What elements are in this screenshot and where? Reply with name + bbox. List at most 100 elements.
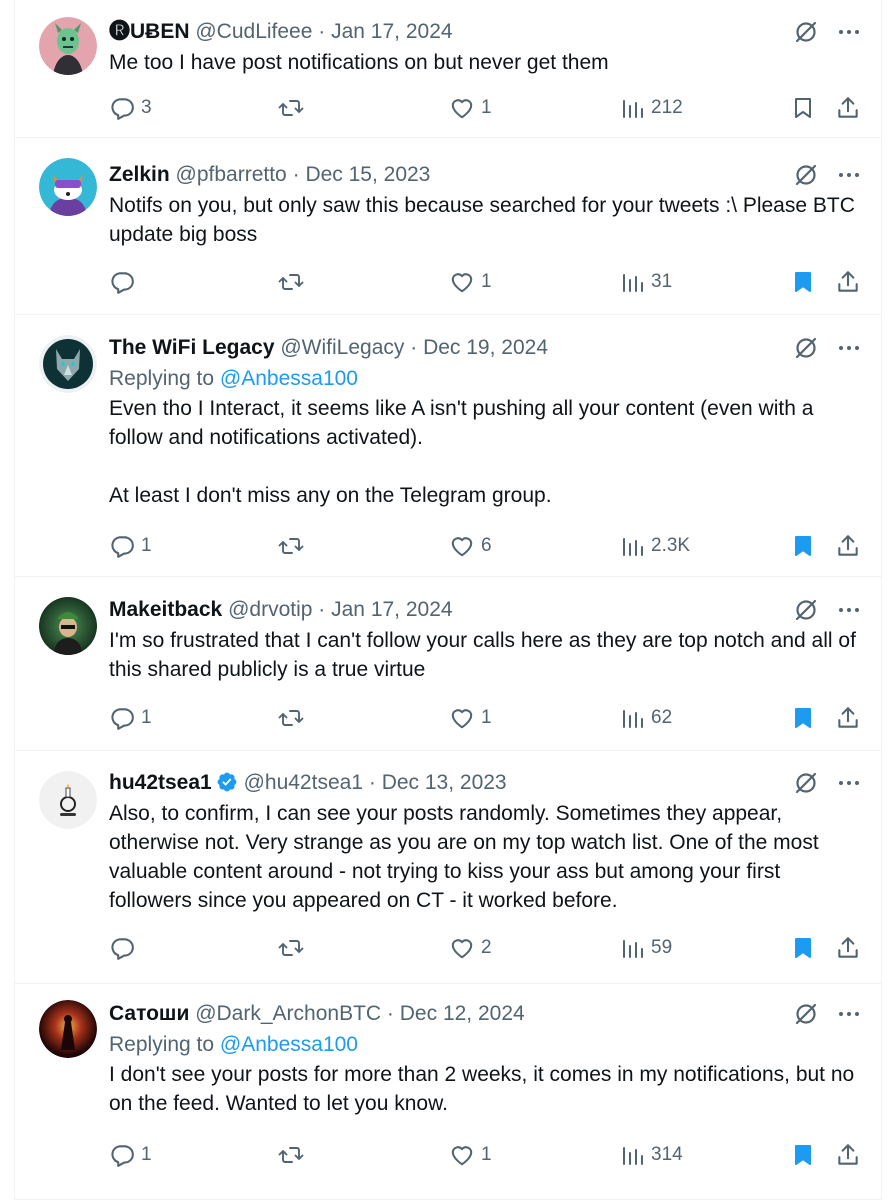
grok-icon[interactable]	[793, 770, 819, 796]
reply-tweet[interactable]: Zelkin @pfbarretto · Dec 15, 2023 Notifs…	[15, 138, 881, 315]
bookmark-icon	[791, 705, 815, 731]
display-name[interactable]: Сатоши	[109, 1002, 189, 1025]
views-button[interactable]: 314	[621, 1139, 683, 1171]
reply-button[interactable]	[109, 932, 141, 964]
share-icon	[835, 533, 861, 559]
tweet-date[interactable]: Jan 17, 2024	[331, 598, 452, 621]
user-handle[interactable]: @Dark_ArchonBTC	[195, 1002, 381, 1025]
reply-button[interactable]: 3	[109, 92, 152, 124]
repost-button[interactable]	[277, 702, 311, 734]
more-dots-icon[interactable]	[837, 598, 861, 622]
tweet-date[interactable]: Dec 13, 2023	[382, 771, 507, 794]
repost-button[interactable]	[277, 932, 311, 964]
reply-tweet[interactable]: Сатоши @Dark_ArchonBTC · Dec 12, 2024 Re…	[15, 984, 881, 1200]
share-button[interactable]	[835, 702, 861, 734]
reply-count: 3	[141, 97, 152, 118]
repost-icon	[277, 705, 305, 731]
grok-icon[interactable]	[793, 1001, 819, 1027]
reply-tweet[interactable]: The WiFi Legacy @WifiLegacy · Dec 19, 20…	[15, 315, 881, 577]
tweet-date[interactable]: Dec 12, 2024	[400, 1002, 525, 1025]
replying-to-line: Replying to @Anbessa100	[109, 364, 861, 394]
tweet-content: 🅡UɃEN @CudLifeee · Jan 17, 2024 Me too I…	[109, 16, 861, 77]
share-button[interactable]	[835, 932, 861, 964]
bookmark-button[interactable]	[791, 1139, 815, 1171]
avatar[interactable]	[39, 771, 97, 829]
reply-tweet[interactable]: hu42tsea1 @hu42tsea1 · Dec 13, 2023 Also…	[15, 751, 881, 984]
avatar[interactable]	[39, 1000, 97, 1058]
more-dots-icon[interactable]	[837, 20, 861, 44]
mention-link[interactable]: @Anbessa100	[220, 367, 358, 390]
tweet-text: Also, to confirm, I can see your posts r…	[109, 802, 825, 912]
like-button[interactable]: 1	[449, 1139, 492, 1171]
like-button[interactable]: 1	[449, 702, 492, 734]
user-handle[interactable]: @pfbarretto	[176, 163, 287, 186]
tweet-date[interactable]: Dec 15, 2023	[305, 163, 430, 186]
views-button[interactable]: 31	[621, 266, 672, 298]
grok-icon[interactable]	[793, 162, 819, 188]
user-handle[interactable]: @WifiLegacy	[280, 336, 404, 359]
like-button[interactable]: 1	[449, 266, 492, 298]
views-button[interactable]: 62	[621, 702, 672, 734]
views-button[interactable]: 2.3K	[621, 530, 690, 562]
tweet-content: hu42tsea1 @hu42tsea1 · Dec 13, 2023 Also…	[109, 767, 861, 915]
views-button[interactable]: 212	[621, 92, 683, 124]
like-button[interactable]: 1	[449, 92, 492, 124]
tweet-content: Сатоши @Dark_ArchonBTC · Dec 12, 2024 Re…	[109, 998, 861, 1118]
reply-feed: 🅡UɃEN @CudLifeee · Jan 17, 2024 Me too I…	[14, 0, 882, 1200]
tweet-text: I don't see your posts for more than 2 w…	[109, 1063, 861, 1115]
like-count: 6	[481, 535, 492, 556]
grok-icon[interactable]	[793, 19, 819, 45]
user-handle[interactable]: @CudLifeee	[195, 20, 312, 43]
repost-button[interactable]	[277, 1139, 311, 1171]
repost-button[interactable]	[277, 266, 311, 298]
share-button[interactable]	[835, 92, 861, 124]
avatar[interactable]	[39, 17, 97, 75]
reply-button[interactable]	[109, 266, 141, 298]
reply-tweet[interactable]: 🅡UɃEN @CudLifeee · Jan 17, 2024 Me too I…	[15, 0, 881, 138]
share-icon	[835, 705, 861, 731]
more-dots-icon[interactable]	[837, 336, 861, 360]
more-dots-icon[interactable]	[837, 163, 861, 187]
share-button[interactable]	[835, 530, 861, 562]
bookmark-button[interactable]	[791, 932, 815, 964]
display-name[interactable]: The WiFi Legacy	[109, 336, 275, 359]
user-handle[interactable]: @hu42tsea1	[244, 771, 363, 794]
reply-button[interactable]: 1	[109, 1139, 152, 1171]
more-dots-icon[interactable]	[837, 771, 861, 795]
display-name[interactable]: Makeitback	[109, 598, 222, 621]
reply-button[interactable]: 1	[109, 702, 152, 734]
avatar[interactable]	[39, 335, 97, 393]
tweet-actions: 1 1 314	[109, 1139, 861, 1171]
tweet-actions: 1 1 62	[109, 702, 861, 734]
like-button[interactable]: 2	[449, 932, 492, 964]
repost-icon	[277, 95, 305, 121]
reply-count: 1	[141, 1144, 152, 1165]
avatar[interactable]	[39, 158, 97, 216]
tweet-date[interactable]: Jan 17, 2024	[331, 20, 452, 43]
bookmark-button[interactable]	[791, 702, 815, 734]
display-name[interactable]: Zelkin	[109, 163, 170, 186]
more-dots-icon[interactable]	[837, 1002, 861, 1026]
bookmark-button[interactable]	[791, 266, 815, 298]
replying-to-line: Replying to @Anbessa100	[109, 1030, 861, 1060]
views-button[interactable]: 59	[621, 932, 672, 964]
tweet-date[interactable]: Dec 19, 2024	[423, 336, 548, 359]
repost-button[interactable]	[277, 530, 311, 562]
reply-button[interactable]: 1	[109, 530, 152, 562]
mention-link[interactable]: @Anbessa100	[220, 1033, 358, 1056]
grok-icon[interactable]	[793, 597, 819, 623]
like-button[interactable]: 6	[449, 530, 492, 562]
avatar[interactable]	[39, 597, 97, 655]
bookmark-button[interactable]	[791, 92, 815, 124]
reply-tweet[interactable]: Makeitback @drvotip · Jan 17, 2024 I'm s…	[15, 577, 881, 751]
display-name[interactable]: hu42tsea1	[109, 771, 212, 794]
repost-button[interactable]	[277, 92, 311, 124]
bookmark-button[interactable]	[791, 530, 815, 562]
share-icon	[835, 935, 861, 961]
grok-icon[interactable]	[793, 335, 819, 361]
user-handle[interactable]: @drvotip	[228, 598, 312, 621]
share-button[interactable]	[835, 266, 861, 298]
share-button[interactable]	[835, 1139, 861, 1171]
display-name[interactable]: 🅡UɃEN	[109, 20, 190, 43]
tweet-text: Me too I have post notifications on but …	[109, 51, 609, 74]
